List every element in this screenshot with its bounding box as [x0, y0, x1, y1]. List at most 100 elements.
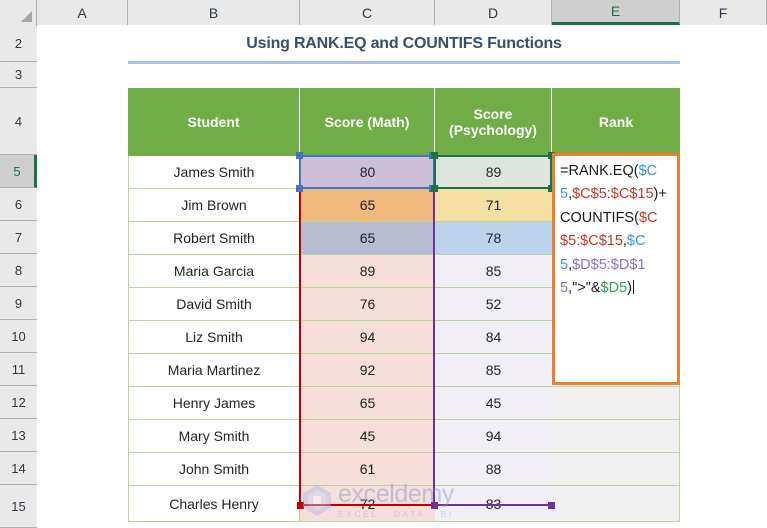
table-header-student-label: Student [187, 113, 240, 130]
row-header-3[interactable]: 3 [0, 62, 37, 88]
cell-math-8[interactable]: 89 [300, 255, 435, 288]
column-header-d-label: D [487, 4, 499, 21]
formula-edit-cell-e5[interactable]: =RANK.EQ($C5,$C$5:$C$15)+COUNTIFS($C$5:$… [552, 153, 680, 385]
row-header-14-label: 14 [11, 460, 26, 476]
page-title: Using RANK.EQ and COUNTIFS Functions [246, 35, 562, 52]
cell-math-15[interactable]: 72 [300, 486, 435, 522]
cell-rank-14[interactable] [552, 453, 680, 486]
cell-psych-14[interactable]: 88 [435, 453, 552, 486]
row-header-4-label: 4 [14, 113, 23, 129]
cell-rank-12[interactable] [552, 387, 680, 420]
row-header-8-label: 8 [14, 262, 23, 278]
column-header-b-label: B [208, 4, 219, 21]
text-caret [633, 280, 634, 295]
row-header-5-label: 5 [13, 163, 21, 179]
cell-student-8[interactable]: Maria Garcia [128, 255, 300, 288]
cell-psych-6[interactable]: 71 [435, 189, 552, 222]
row-header-15[interactable]: 15 [0, 485, 37, 528]
table-header-student: Student [128, 88, 300, 156]
row-header-7[interactable]: 7 [0, 221, 37, 254]
column-header-e[interactable]: E [552, 0, 680, 25]
spreadsheet-canvas: A B C D E F 2 3 4 5 6 7 8 9 10 11 12 13 … [0, 0, 767, 528]
cell-math-5[interactable]: 80 [300, 156, 435, 189]
cell-rank-15[interactable] [552, 486, 680, 522]
cell-math-13[interactable]: 45 [300, 420, 435, 453]
column-header-c-label: C [361, 4, 373, 21]
reference-handle-d-range-bottom-right[interactable] [548, 502, 555, 509]
cell-student-7[interactable]: Robert Smith [128, 222, 300, 255]
row-header-13-label: 13 [11, 427, 26, 443]
table-header-score-math: Score (Math) [300, 88, 435, 156]
reference-handle-c-range-bottom-left[interactable] [297, 502, 304, 509]
cell-math-12[interactable]: 65 [300, 387, 435, 420]
cell-student-14[interactable]: John Smith [128, 453, 300, 486]
reference-handle-d5-tl[interactable] [431, 152, 438, 159]
title-underline [128, 61, 680, 64]
cell-student-9[interactable]: David Smith [128, 288, 300, 321]
reference-handle-d5-bl[interactable] [431, 185, 438, 192]
cell-math-10[interactable]: 94 [300, 321, 435, 354]
cell-student-6[interactable]: Jim Brown [128, 189, 300, 222]
column-header-f-label: F [718, 4, 728, 21]
cell-student-12[interactable]: Henry James [128, 387, 300, 420]
row-header-13[interactable]: 13 [0, 419, 37, 452]
cell-psych-15[interactable]: 83 [435, 486, 552, 522]
row-header-strip: 2 3 4 5 6 7 8 9 10 11 12 13 14 15 [0, 25, 37, 528]
cell-student-11[interactable]: Maria Martinez [128, 354, 300, 387]
formula-text: =RANK.EQ($C5,$C$5:$C$15)+COUNTIFS($C$5:$… [560, 163, 667, 297]
row-header-12[interactable]: 12 [0, 386, 37, 419]
select-all-corner[interactable] [0, 0, 37, 25]
row-header-8[interactable]: 8 [0, 254, 37, 287]
row-header-6-label: 6 [14, 196, 23, 212]
cell-math-9[interactable]: 76 [300, 288, 435, 321]
row-header-11[interactable]: 11 [0, 353, 37, 386]
column-header-b[interactable]: B [128, 0, 300, 25]
cell-psych-11[interactable]: 85 [435, 354, 552, 387]
table-header-score-psychology: Score (Psychology) [435, 88, 552, 156]
row-header-11-label: 11 [11, 361, 26, 377]
row-header-4[interactable]: 4 [0, 88, 37, 155]
column-header-c[interactable]: C [300, 0, 435, 25]
row-header-2[interactable]: 2 [0, 26, 37, 62]
column-header-strip: A B C D E F [0, 0, 767, 25]
row-header-2-label: 2 [14, 36, 23, 51]
row-header-3-label: 3 [14, 67, 23, 82]
row-header-10-label: 10 [11, 328, 26, 344]
row-header-9-label: 9 [14, 295, 23, 311]
cell-psych-13[interactable]: 94 [435, 420, 552, 453]
cell-student-5[interactable]: James Smith [128, 156, 300, 189]
row-header-14[interactable]: 14 [0, 452, 37, 485]
column-header-f[interactable]: F [680, 0, 767, 25]
table-header-score-psychology-label: Score (Psychology) [449, 105, 537, 138]
reference-handle-c5-tl[interactable] [296, 152, 303, 159]
cell-math-6[interactable]: 65 [300, 189, 435, 222]
column-header-e-label: E [610, 3, 621, 19]
cell-psych-7[interactable]: 78 [435, 222, 552, 255]
column-header-a[interactable]: A [37, 0, 128, 25]
row-header-7-label: 7 [14, 229, 23, 245]
row-header-12-label: 12 [11, 394, 26, 410]
cell-math-11[interactable]: 92 [300, 354, 435, 387]
cell-student-15[interactable]: Charles Henry [128, 486, 300, 522]
cell-rank-13[interactable] [552, 420, 680, 453]
select-all-triangle-icon [21, 11, 32, 22]
cell-psych-10[interactable]: 84 [435, 321, 552, 354]
row-header-6[interactable]: 6 [0, 188, 37, 221]
reference-handle-d-range-bottom-left[interactable] [431, 502, 438, 509]
row-header-5[interactable]: 5 [0, 155, 37, 188]
row-header-15-label: 15 [11, 498, 26, 514]
row-header-9[interactable]: 9 [0, 287, 37, 320]
cell-math-7[interactable]: 65 [300, 222, 435, 255]
cell-psych-5[interactable]: 89 [435, 156, 552, 189]
cell-psych-9[interactable]: 52 [435, 288, 552, 321]
cell-psych-8[interactable]: 85 [435, 255, 552, 288]
reference-handle-c5-bl[interactable] [296, 185, 303, 192]
cell-math-14[interactable]: 61 [300, 453, 435, 486]
cell-student-10[interactable]: Liz Smith [128, 321, 300, 354]
table-header-rank: Rank [552, 88, 680, 156]
column-header-a-label: A [77, 4, 87, 21]
cell-psych-12[interactable]: 45 [435, 387, 552, 420]
column-header-d[interactable]: D [435, 0, 552, 25]
cell-student-13[interactable]: Mary Smith [128, 420, 300, 453]
row-header-10[interactable]: 10 [0, 320, 37, 353]
